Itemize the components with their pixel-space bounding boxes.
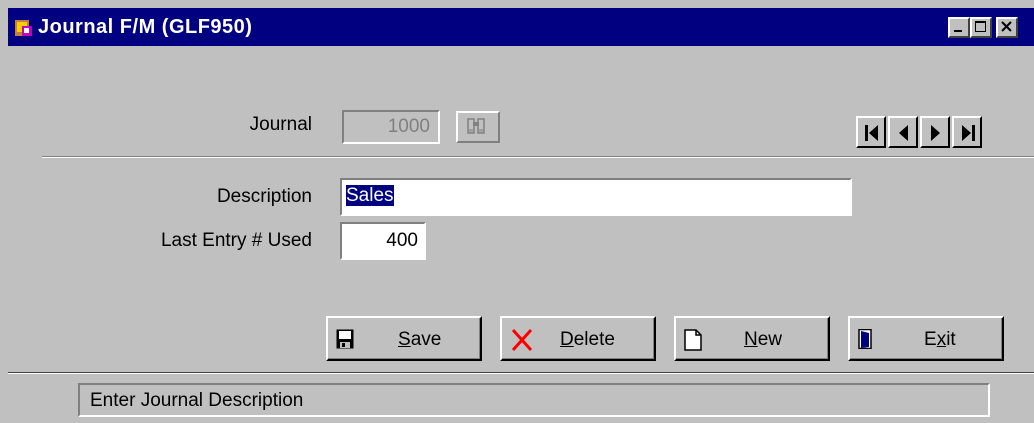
first-record-icon	[865, 125, 878, 141]
close-icon	[1001, 21, 1012, 32]
binoculars-icon	[467, 118, 485, 134]
delete-button[interactable]: Delete	[500, 316, 656, 361]
header-divider-highlight	[42, 157, 1034, 158]
delete-label: Delete	[560, 329, 615, 350]
maximize-icon	[975, 21, 986, 32]
door-icon	[858, 329, 872, 349]
next-record-icon	[931, 125, 940, 141]
description-field[interactable]: Sales	[340, 178, 852, 216]
last-record-button[interactable]	[952, 116, 982, 148]
exit-button[interactable]: Exit	[848, 316, 1004, 361]
status-bar: Enter Journal Description	[78, 383, 990, 417]
journal-window: Journal F/M (GLF950) Journal 1000 Descri…	[0, 0, 1034, 423]
maximize-button[interactable]	[970, 17, 992, 38]
red-x-icon	[511, 329, 533, 351]
description-label: Description	[216, 186, 312, 207]
journal-label: Journal	[249, 114, 312, 135]
description-selected-text: Sales	[346, 185, 394, 206]
last-entry-field[interactable]: 400	[340, 222, 426, 260]
last-record-icon	[962, 125, 975, 141]
title-bar[interactable]: Journal F/M (GLF950)	[8, 8, 1034, 46]
floppy-disk-icon	[336, 329, 354, 349]
journal-lookup-button[interactable]	[456, 111, 500, 143]
minimize-icon	[954, 30, 962, 32]
journal-field[interactable]: 1000	[342, 110, 440, 144]
close-button[interactable]	[996, 17, 1018, 38]
exit-label: Exit	[924, 329, 956, 350]
status-divider-highlight	[8, 373, 1034, 374]
window-title: Journal F/M (GLF950)	[38, 16, 253, 38]
blank-page-icon	[684, 329, 702, 351]
new-label: New	[744, 329, 783, 350]
previous-record-icon	[899, 125, 908, 141]
save-label: Save	[398, 329, 442, 350]
new-button[interactable]: New	[674, 316, 830, 361]
save-button[interactable]: Save	[326, 316, 482, 361]
first-record-button[interactable]	[856, 116, 886, 148]
minimize-button[interactable]	[948, 17, 970, 38]
next-record-button[interactable]	[920, 116, 950, 148]
previous-record-button[interactable]	[888, 116, 918, 148]
journal-app-icon	[15, 20, 32, 36]
last-entry-label: Last Entry # Used	[160, 230, 312, 251]
